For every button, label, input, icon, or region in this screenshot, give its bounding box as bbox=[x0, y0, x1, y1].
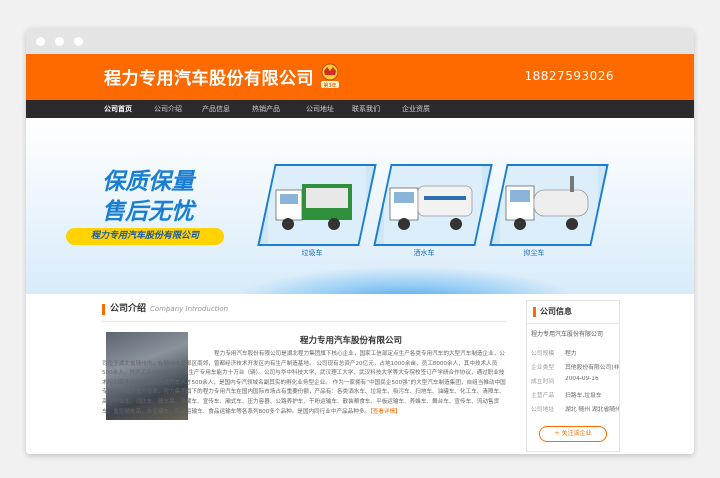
info-row: 公司规模 程力 bbox=[531, 348, 577, 357]
company-name[interactable]: 程力专用汽车股份有限公司 bbox=[104, 64, 314, 89]
main-nav: 公司首页 公司介绍 产品信息 热销产品 公司地址 联系我们 企业资质 bbox=[26, 100, 694, 118]
slogan-line-1: 保质保量 bbox=[102, 169, 194, 195]
window-dot-icon[interactable] bbox=[55, 37, 64, 46]
info-key: 公司地址 bbox=[531, 407, 555, 413]
truck-image-garbage[interactable] bbox=[257, 164, 377, 246]
nav-address[interactable]: 公司地址 bbox=[302, 100, 338, 118]
window-dot-icon[interactable] bbox=[36, 37, 45, 46]
window-dot-icon[interactable] bbox=[74, 37, 83, 46]
truck-label-dust[interactable]: 抑尘车 bbox=[504, 248, 564, 258]
truck-label-sprinkler[interactable]: 洒水车 bbox=[394, 248, 454, 258]
sprinkler-truck-icon bbox=[384, 166, 482, 244]
nav-qualification[interactable]: 企业资质 bbox=[398, 100, 434, 118]
browser-window: 程力专用汽车股份有限公司 第3年 18827593026 公司首页 公司介绍 产… bbox=[26, 28, 694, 454]
intro-section-subtitle: Company Introduction bbox=[150, 305, 229, 313]
site-header: 程力专用汽车股份有限公司 第3年 18827593026 bbox=[26, 54, 694, 100]
article-title: 程力专用汽车股份有限公司 bbox=[299, 336, 402, 346]
badge-text: 第3年 bbox=[323, 82, 336, 89]
truck-label-garbage[interactable]: 垃圾车 bbox=[282, 248, 342, 258]
info-key: 企业类型 bbox=[531, 365, 555, 371]
slogan-line-2: 售后无忧 bbox=[102, 199, 194, 225]
info-row: 企业类型 其他股份有限公司(非上市) bbox=[531, 362, 619, 371]
info-key: 成立时间 bbox=[531, 379, 555, 385]
info-value: 其他股份有限公司(非上市) bbox=[565, 365, 619, 371]
nav-hot-products[interactable]: 热销产品 bbox=[248, 100, 284, 118]
company-info-title: 公司信息 bbox=[533, 307, 572, 317]
crown-badge-icon: 第3年 bbox=[321, 63, 339, 89]
info-value: 2004-09-16 bbox=[565, 376, 599, 382]
phone-number: 18827593026 bbox=[524, 69, 614, 83]
dust-suppression-truck-icon bbox=[500, 166, 598, 244]
nav-home[interactable]: 公司首页 bbox=[100, 100, 136, 118]
view-details-link[interactable]: 【查看详情】 bbox=[370, 409, 401, 415]
info-key: 公司规模 bbox=[531, 351, 555, 357]
info-row: 公司地址 湖北 随州 湖北省随州市 bbox=[531, 404, 619, 413]
content-area: 公司介绍 Company Introduction 程力专用汽车股份有限公司 程… bbox=[26, 294, 694, 454]
info-value: 扫路车,垃圾车 bbox=[565, 393, 602, 399]
truck-image-dust[interactable] bbox=[489, 164, 609, 246]
window-titlebar bbox=[26, 28, 694, 54]
article-body: 程力专用汽车股份有限公司是湖北程力集团旗下核心企业，国家工信部定点生产各类专用汽… bbox=[102, 350, 506, 417]
info-row: 成立时间 2004-09-16 bbox=[531, 376, 599, 385]
garbage-truck-icon bbox=[268, 166, 366, 244]
company-info-panel: 公司信息 程力专用汽车股份有限公司 公司规模 程力 企业类型 其他股份有限公司(非上… bbox=[526, 300, 620, 452]
info-value: 程力 bbox=[565, 351, 577, 357]
truck-image-sprinkler[interactable] bbox=[373, 164, 493, 246]
follow-company-button[interactable]: + 关注该企业 bbox=[539, 426, 607, 442]
side-divider bbox=[527, 323, 619, 324]
info-key: 主营产品 bbox=[531, 393, 555, 399]
section-divider bbox=[102, 321, 506, 322]
hero-banner[interactable]: 保质保量 售后无忧 程力专用汽车股份有限公司 垃圾车 洒水车 抑尘车 bbox=[26, 118, 694, 294]
article-text: 程力专用汽车股份有限公司是湖北程力集团旗下核心企业，国家工信部定点生产各类专用汽… bbox=[102, 351, 506, 415]
banner-glow bbox=[226, 266, 586, 294]
info-row: 主营产品 扫路车,垃圾车 bbox=[531, 390, 602, 399]
nav-contact[interactable]: 联系我们 bbox=[348, 100, 384, 118]
slogan-company-bar: 程力专用汽车股份有限公司 bbox=[66, 228, 224, 245]
info-value: 湖北 随州 湖北省随州市 bbox=[565, 407, 619, 413]
side-company-name: 程力专用汽车股份有限公司 bbox=[531, 331, 604, 338]
nav-products[interactable]: 产品信息 bbox=[198, 100, 234, 118]
nav-intro[interactable]: 公司介绍 bbox=[150, 100, 186, 118]
intro-section-title: 公司介绍 bbox=[102, 304, 146, 315]
